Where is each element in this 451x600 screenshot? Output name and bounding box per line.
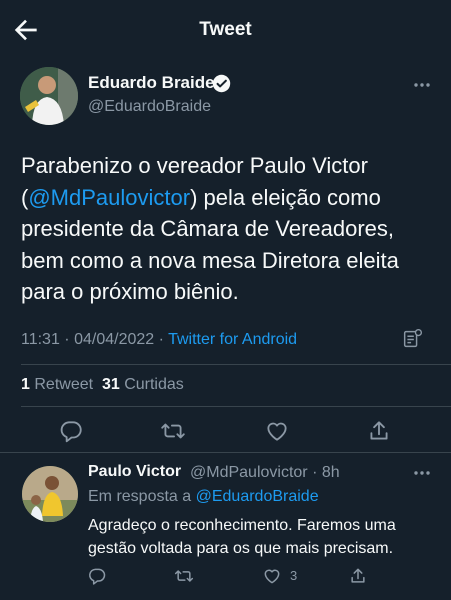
reply-author-name[interactable]: Paulo Victor <box>88 463 181 481</box>
verified-badge-icon <box>212 74 231 93</box>
reply-text: Agradeço o reconhecimento. Faremos uma g… <box>88 517 396 557</box>
in-reply-to: Em resposta a @EduardoBraide <box>88 488 319 506</box>
reply-icon[interactable] <box>58 418 84 444</box>
header-bar: Tweet <box>0 0 451 62</box>
likes-count[interactable]: 31 <box>102 376 120 393</box>
tweet-metadata: 11:31 · 04/04/2022 · Twitter for Android <box>21 331 298 348</box>
share-icon[interactable] <box>366 418 392 444</box>
engagement-stats: 1 Retweet 31 Curtidas <box>21 376 184 394</box>
reply-more-options-icon[interactable] <box>413 470 431 476</box>
avatar[interactable] <box>20 67 78 125</box>
reply-like-icon[interactable] <box>262 566 282 586</box>
likes-label[interactable]: Curtidas <box>124 376 184 393</box>
retweets-label[interactable]: Retweet <box>34 376 93 393</box>
reply-meta: @MdPaulovictor · 8h <box>190 464 340 481</box>
retweet-icon[interactable] <box>160 418 186 444</box>
tweet-text: Parabenizo o vereador Paulo Victor (@MdP… <box>21 150 436 308</box>
reply-likes-count: 3 <box>290 568 298 583</box>
mention-link[interactable]: @MdPaulovictor <box>28 185 190 210</box>
retweets-count[interactable]: 1 <box>21 376 30 393</box>
author-handle[interactable]: @EduardoBraide <box>88 98 211 116</box>
author-name[interactable]: Eduardo Braide <box>88 73 215 93</box>
divider <box>0 452 451 453</box>
reply-retweet-icon[interactable] <box>174 566 194 586</box>
reply-share-icon[interactable] <box>348 566 368 586</box>
in-reply-mention-link[interactable]: @EduardoBraide <box>196 488 319 505</box>
divider <box>21 406 451 407</box>
reply-reply-icon[interactable] <box>87 566 107 586</box>
reply-avatar[interactable] <box>22 466 78 522</box>
divider <box>21 364 451 365</box>
analytics-icon[interactable] <box>401 328 423 350</box>
tweet-date: 04/04/2022 <box>74 331 155 348</box>
tweet-time: 11:31 <box>21 331 60 348</box>
avatar-image <box>22 466 78 522</box>
avatar-image <box>20 67 78 125</box>
reply-author-handle[interactable]: @MdPaulovictor <box>190 464 308 481</box>
like-icon[interactable] <box>264 418 290 444</box>
reply-age: 8h <box>321 464 340 481</box>
more-options-icon[interactable] <box>413 82 431 88</box>
tweet-source-link[interactable]: Twitter for Android <box>168 331 297 348</box>
in-reply-prefix: Em resposta a <box>88 488 192 505</box>
page-title: Tweet <box>199 19 252 40</box>
